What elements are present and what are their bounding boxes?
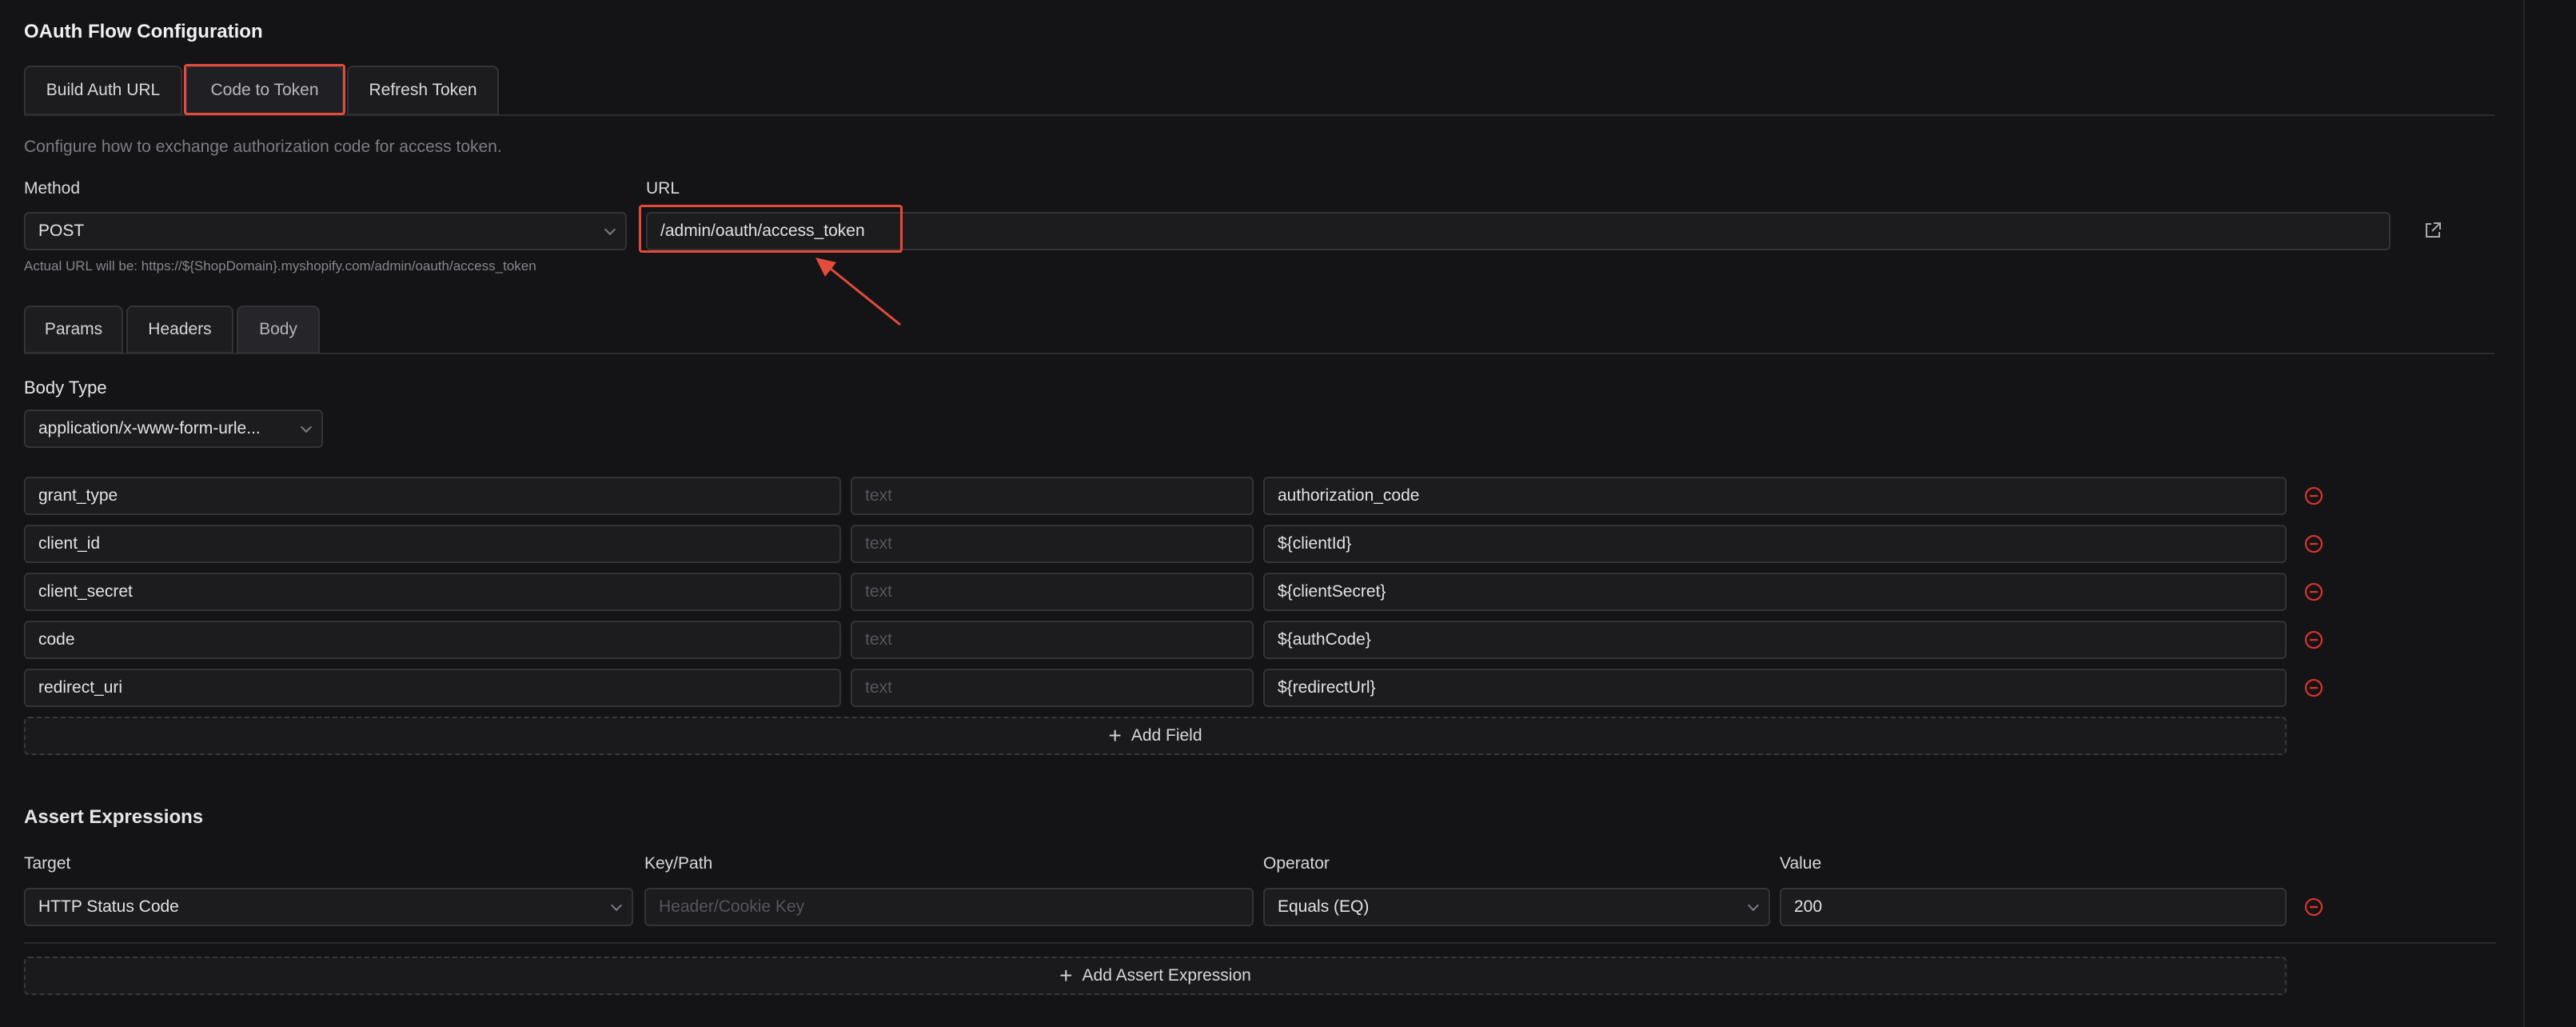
method-label: Method [24, 179, 81, 198]
assert-operator-label: Operator [1263, 854, 1330, 873]
field-key-input[interactable]: code [24, 621, 841, 659]
actual-url-hint: Actual URL will be: https://${ShopDomain… [24, 258, 536, 274]
assert-value: 200 [1794, 897, 1823, 916]
tab-refresh-token[interactable]: Refresh Token [347, 66, 499, 115]
field-key-input[interactable]: grant_type [24, 477, 841, 515]
page-title: OAuth Flow Configuration [24, 21, 263, 42]
field-value: ${clientId} [1278, 534, 1352, 553]
field-value: ${clientSecret} [1278, 582, 1386, 601]
field-type-placeholder: text [865, 486, 892, 505]
subtab-divider [24, 353, 2494, 354]
page: OAuth Flow Configuration Build Auth URL … [0, 0, 2576, 1027]
assert-operator-value: Equals (EQ) [1278, 897, 1370, 916]
assert-operator-select[interactable]: Equals (EQ) [1263, 888, 1770, 926]
tab-build-auth-url[interactable]: Build Auth URL [24, 66, 182, 115]
remove-field-icon[interactable] [2304, 630, 2323, 649]
assert-target-value: HTTP Status Code [38, 897, 179, 916]
remove-assert-icon[interactable] [2304, 897, 2323, 917]
assert-key-placeholder: Header/Cookie Key [659, 897, 805, 916]
assert-value-label: Value [1780, 854, 1822, 873]
external-link-icon[interactable] [2422, 220, 2443, 241]
tab-description: Configure how to exchange authorization … [24, 138, 502, 156]
field-value-input[interactable]: authorization_code [1263, 477, 2287, 515]
add-assert-button[interactable]: + Add Assert Expression [24, 957, 2287, 995]
method-select[interactable]: POST [24, 212, 627, 250]
subtab-label: Params [44, 320, 103, 338]
url-label: URL [646, 179, 680, 198]
field-key: redirect_uri [38, 678, 123, 697]
subtab-body[interactable]: Body [237, 306, 320, 354]
plus-icon: + [1108, 723, 1122, 748]
field-value-input[interactable]: ${redirectUrl} [1263, 669, 2287, 707]
field-type-placeholder: text [865, 534, 892, 553]
subtab-params[interactable]: Params [24, 306, 123, 354]
assert-divider [24, 942, 2496, 944]
tab-divider [24, 114, 2494, 116]
remove-field-icon[interactable] [2304, 486, 2323, 506]
assert-value-input[interactable]: 200 [1780, 888, 2287, 926]
remove-field-icon[interactable] [2304, 582, 2323, 601]
assert-key-input[interactable]: Header/Cookie Key [644, 888, 1254, 926]
field-type-input[interactable]: text [851, 669, 1254, 707]
annotation-arrow-icon [815, 258, 901, 326]
method-value: POST [38, 222, 85, 240]
field-key-input[interactable]: client_id [24, 525, 841, 563]
subtab-label: Body [259, 320, 297, 338]
field-key: client_id [38, 534, 101, 553]
add-assert-label: Add Assert Expression [1082, 966, 1251, 985]
tab-label: Build Auth URL [46, 81, 161, 99]
field-key-input[interactable]: redirect_uri [24, 669, 841, 707]
field-value-input[interactable]: ${clientSecret} [1263, 573, 2287, 611]
body-type-value: application/x-www-form-urle... [38, 419, 261, 438]
field-value: authorization_code [1278, 486, 1420, 505]
field-type-input[interactable]: text [851, 621, 1254, 659]
tab-label: Code to Token [210, 81, 319, 99]
scrollbar-track[interactable] [2523, 0, 2576, 1027]
add-field-button[interactable]: + Add Field [24, 717, 2287, 755]
field-key: grant_type [38, 486, 118, 505]
subtab-headers[interactable]: Headers [126, 306, 233, 354]
body-type-select[interactable]: application/x-www-form-urle... [24, 410, 323, 448]
field-type-placeholder: text [865, 582, 892, 601]
field-key: client_secret [38, 582, 133, 601]
field-value: ${authCode} [1278, 630, 1371, 649]
assert-key-label: Key/Path [644, 854, 713, 873]
assert-target-select[interactable]: HTTP Status Code [24, 888, 633, 926]
tab-code-to-token[interactable]: Code to Token [185, 66, 344, 115]
field-key-input[interactable]: client_secret [24, 573, 841, 611]
field-type-input[interactable]: text [851, 573, 1254, 611]
field-type-placeholder: text [865, 630, 892, 649]
url-value: /admin/oauth/access_token [660, 222, 865, 240]
chevron-down-icon [300, 421, 313, 434]
chevron-down-icon [604, 223, 616, 236]
add-field-label: Add Field [1130, 726, 1202, 745]
chevron-down-icon [1747, 899, 1760, 912]
remove-field-icon[interactable] [2304, 678, 2323, 697]
plus-icon: + [1059, 963, 1073, 988]
main-panel: OAuth Flow Configuration Build Auth URL … [24, 0, 2496, 1027]
tab-label: Refresh Token [369, 81, 477, 99]
field-key: code [38, 630, 75, 649]
url-input[interactable]: /admin/oauth/access_token [646, 212, 2391, 250]
subtab-label: Headers [148, 320, 212, 338]
chevron-down-icon [610, 899, 623, 912]
field-type-input[interactable]: text [851, 477, 1254, 515]
field-type-input[interactable]: text [851, 525, 1254, 563]
assert-title: Assert Expressions [24, 806, 204, 828]
field-value: ${redirectUrl} [1278, 678, 1376, 697]
field-value-input[interactable]: ${clientId} [1263, 525, 2287, 563]
remove-field-icon[interactable] [2304, 534, 2323, 553]
field-type-placeholder: text [865, 678, 892, 697]
body-type-label: Body Type [24, 378, 107, 398]
assert-target-label: Target [24, 854, 71, 873]
field-value-input[interactable]: ${authCode} [1263, 621, 2287, 659]
